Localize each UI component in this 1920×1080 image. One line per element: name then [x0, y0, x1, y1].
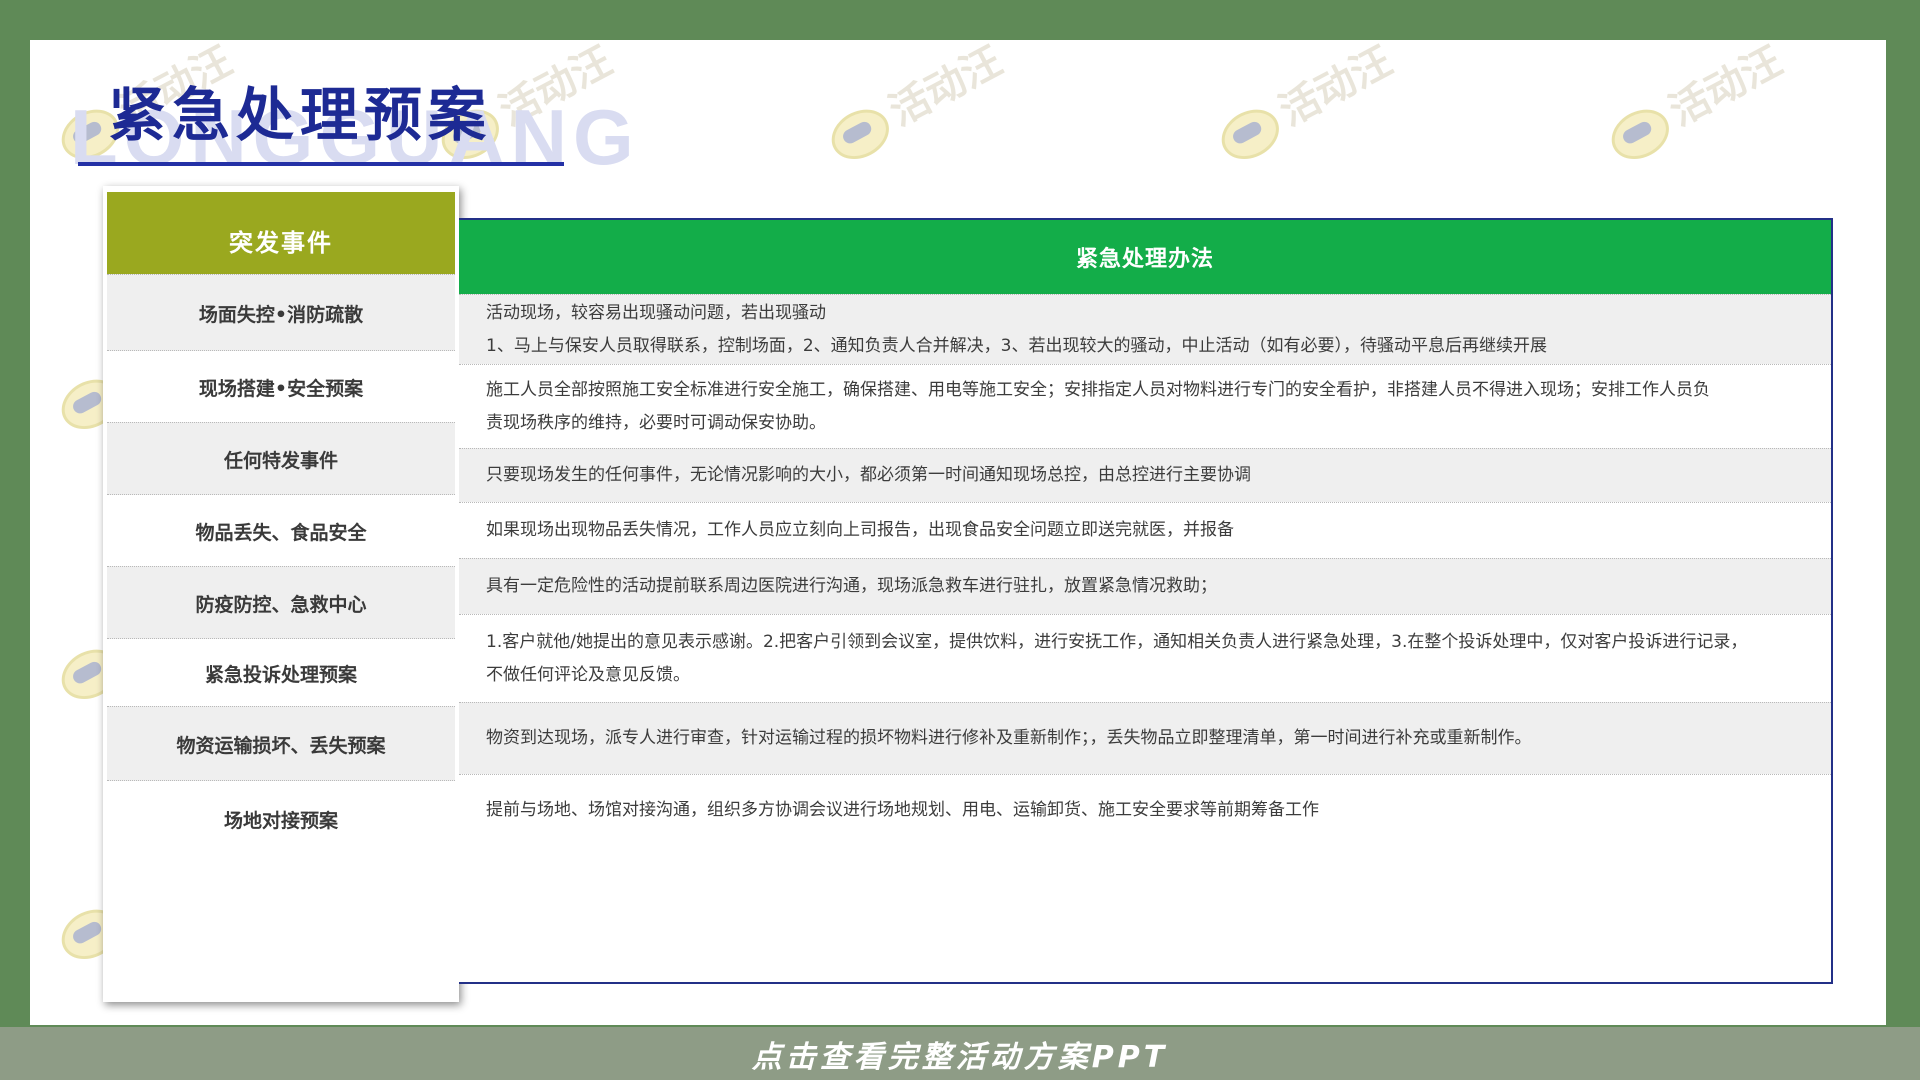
- watermark-text: 活动汪: [1272, 40, 1400, 136]
- method-text-line: 责现场秩序的维持，必要时可调动保安协助。: [486, 412, 826, 433]
- page-title: 紧急处理预案: [108, 81, 493, 149]
- method-cell: 施工人员全部按照施工安全标准进行安全施工，确保搭建、用电等施工安全；安排指定人员…: [459, 364, 1831, 448]
- method-text-line: 施工人员全部按照施工安全标准进行安全施工，确保搭建、用电等施工安全；安排指定人员…: [486, 379, 1710, 400]
- mascot-icon: [1213, 99, 1288, 169]
- title-underline: [78, 162, 564, 166]
- event-cell: 任何特发事件: [107, 422, 455, 495]
- mascot-icon: [823, 99, 898, 169]
- method-text-line: 具有一定危险性的活动提前联系周边医院进行沟通，现场派急救车进行驻扎，放置紧急情况…: [486, 576, 1217, 596]
- method-cell: 物资到达现场，派专人进行审查，针对运输过程的损坏物料进行修补及重新制作；，丢失物…: [459, 702, 1831, 774]
- method-text-line: 只要现场发生的任何事件，无论情况影响的大小，都必须第一时间通知现场总控，由总控进…: [486, 465, 1251, 485]
- method-cell: 提前与场地、场馆对接沟通，组织多方协调会议进行场地规划、用电、运输卸货、施工安全…: [459, 774, 1831, 846]
- event-cell: 物品丢失、食品安全: [107, 494, 455, 567]
- method-text-line: 1、马上与保安人员取得联系，控制场面，2、通知负责人合并解决，3、若出现较大的骚…: [486, 335, 1547, 356]
- method-text-line: 活动现场，较容易出现骚动问题，若出现骚动: [486, 302, 826, 323]
- event-cell: 防疫防控、急救中心: [107, 566, 455, 639]
- method-cell: 活动现场，较容易出现骚动问题，若出现骚动 1、马上与保安人员取得联系，控制场面，2…: [459, 294, 1831, 364]
- footer-bar: 点击查看完整活动方案PPT: [0, 1027, 1920, 1080]
- watermark: 活动汪: [1597, 40, 1790, 169]
- method-cell: 只要现场发生的任何事件，无论情况影响的大小，都必须第一时间通知现场总控，由总控进…: [459, 448, 1831, 502]
- event-column: 突发事件 场面失控•消防疏散 现场搭建•安全预案 任何特发事件 物品丢失、食品安全 防疫…: [103, 186, 459, 1002]
- method-cell: 如果现场出现物品丢失情况，工作人员应立刻向上司报告，出现食品安全问题立即送完就医…: [459, 502, 1831, 558]
- method-table: 紧急处理办法 活动现场，较容易出现骚动问题，若出现骚动 1、马上与保安人员取得联系…: [459, 218, 1833, 984]
- method-table-header: 紧急处理办法: [459, 220, 1831, 294]
- method-text-line: 不做任何评论及意见反馈。: [486, 664, 690, 685]
- method-cell: 具有一定危险性的活动提前联系周边医院进行沟通，现场派急救车进行驻扎，放置紧急情况…: [459, 558, 1831, 614]
- event-cell: 紧急投诉处理预案: [107, 638, 455, 707]
- method-text-line: 物资到达现场，派专人进行审查，针对运输过程的损坏物料进行修补及重新制作；，丢失物…: [486, 728, 1532, 748]
- method-text-line: 如果现场出现物品丢失情况，工作人员应立刻向上司报告，出现食品安全问题立即送完就医…: [486, 520, 1234, 540]
- event-cell: 场地对接预案: [107, 780, 455, 857]
- watermark: 活动汪: [1207, 40, 1400, 169]
- method-text-line: 提前与场地、场馆对接沟通，组织多方协调会议进行场地规划、用电、运输卸货、施工安全…: [486, 800, 1319, 820]
- event-cell: 物资运输损坏、丢失预案: [107, 706, 455, 781]
- watermark-text: 活动汪: [1662, 40, 1790, 136]
- slide: 活动汪活动汪活动汪活动汪活动汪活动汪活动汪活动汪活动汪活动汪活动汪活动汪活动汪活…: [30, 40, 1886, 1025]
- event-cell: 现场搭建•安全预案: [107, 350, 455, 423]
- watermark-text: 活动汪: [882, 40, 1010, 136]
- mascot-icon: [1603, 99, 1678, 169]
- view-full-plan-button[interactable]: 点击查看完整活动方案PPT: [752, 1032, 1168, 1076]
- method-cell: 1.客户就他/她提出的意见表示感谢。2.把客户引领到会议室，提供饮料，进行安抚工…: [459, 614, 1831, 702]
- watermark: 活动汪: [817, 40, 1010, 169]
- method-text-line: 1.客户就他/她提出的意见表示感谢。2.把客户引领到会议室，提供饮料，进行安抚工…: [486, 631, 1748, 652]
- event-cell: 场面失控•消防疏散: [107, 274, 455, 351]
